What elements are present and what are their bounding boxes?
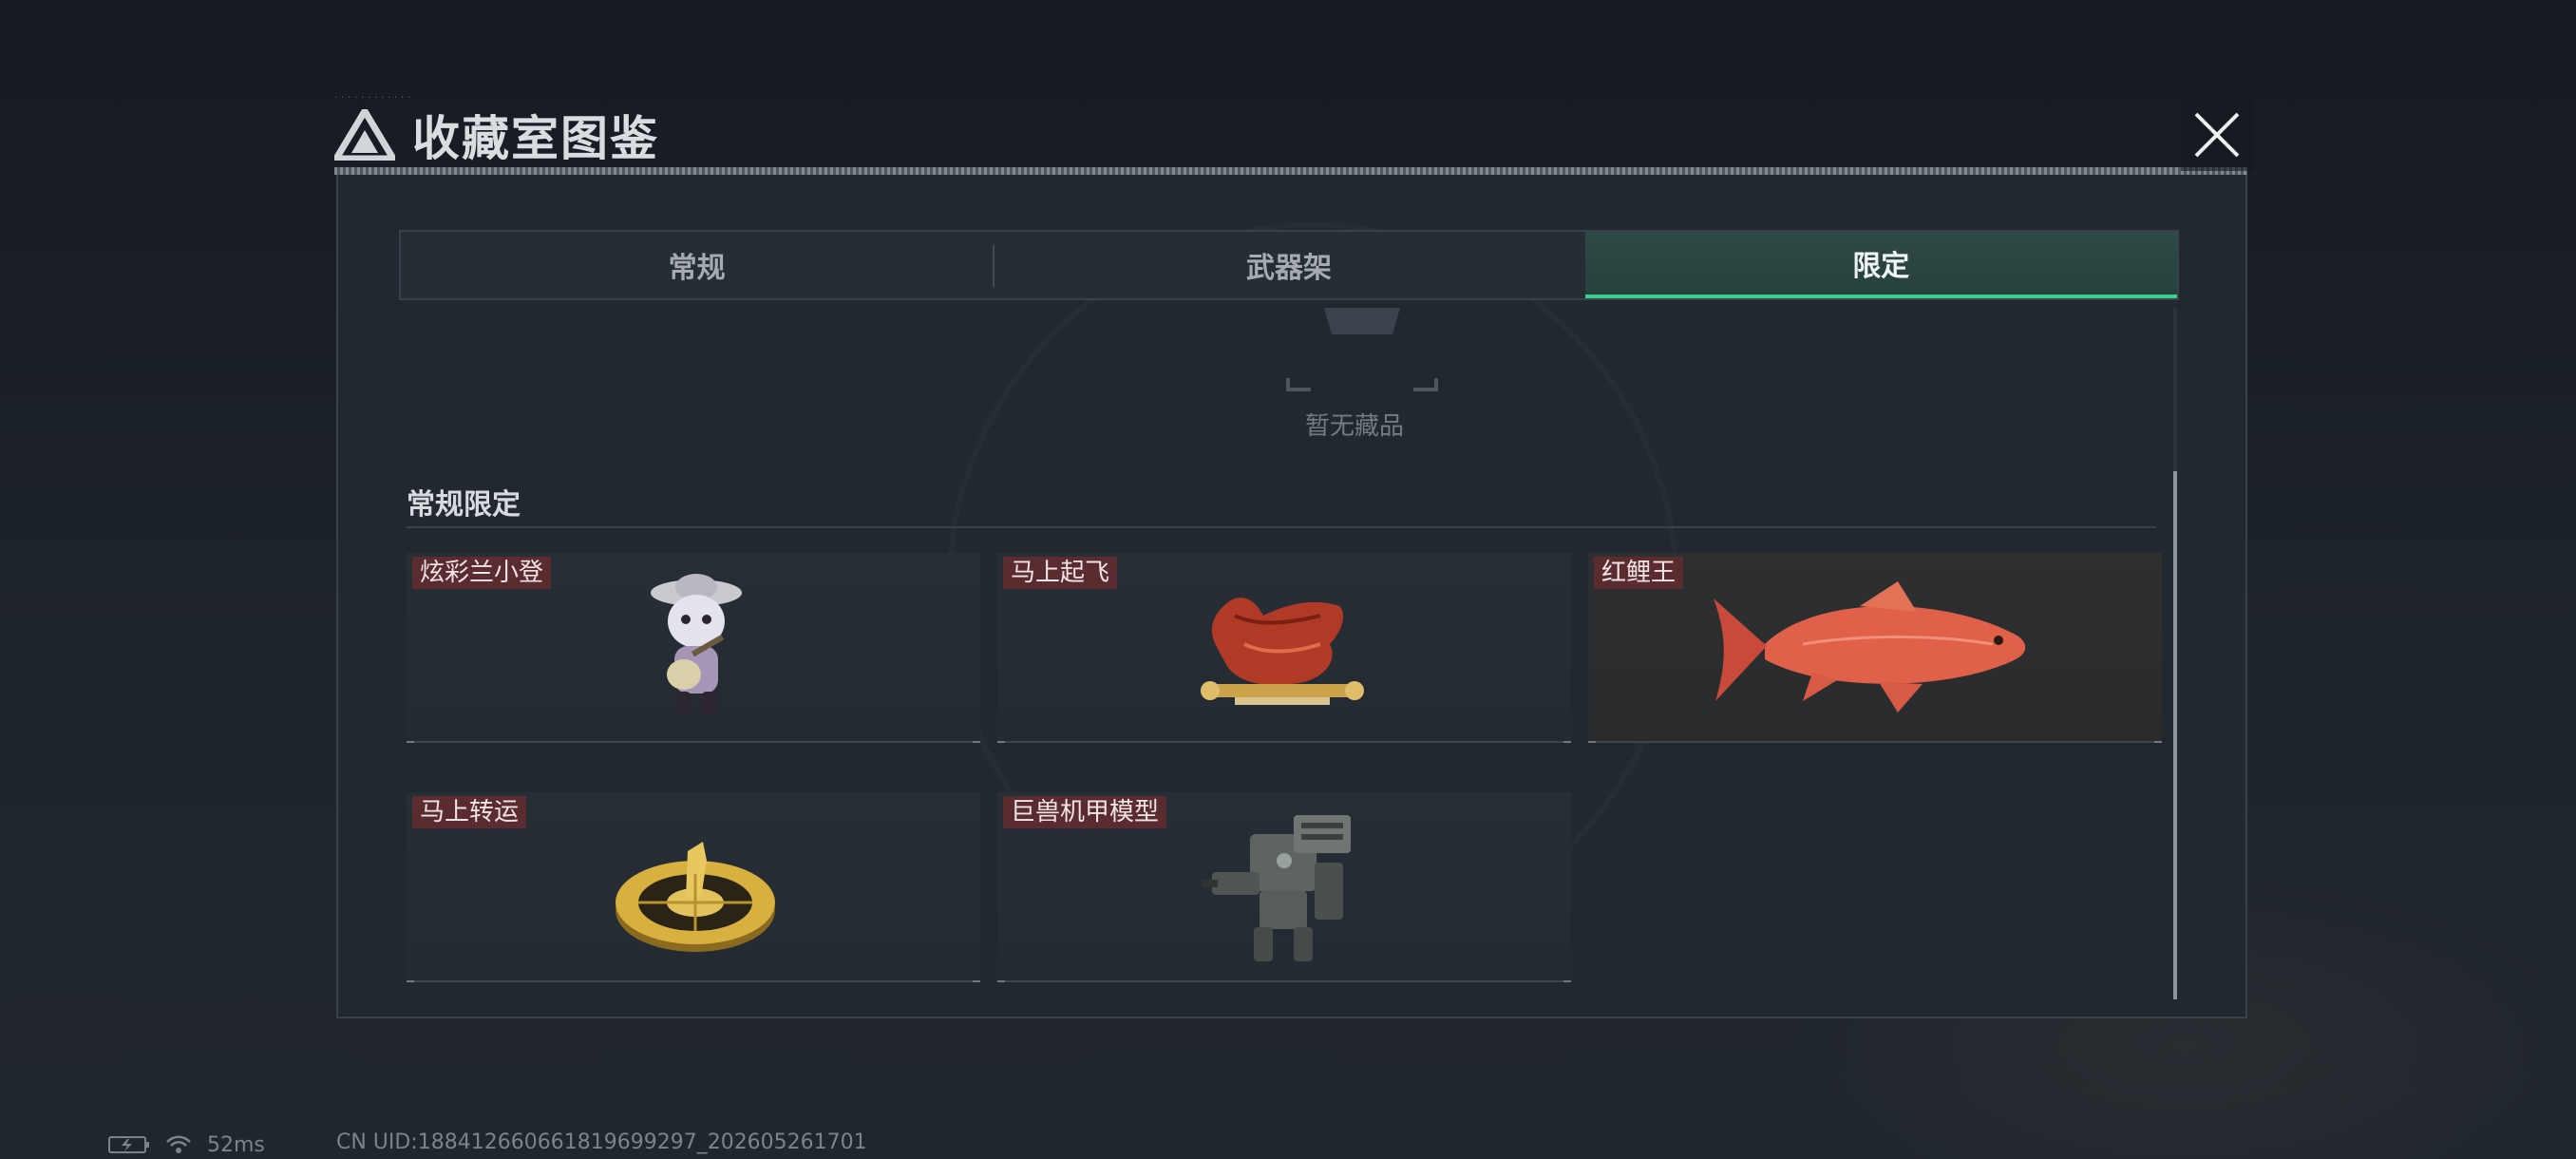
tab-weapon-rack[interactable]: 武器架	[993, 232, 1584, 298]
section-title: 常规限定	[407, 488, 521, 522]
figurine-with-guitar-icon	[651, 574, 742, 714]
ping-text: 52ms	[207, 1132, 265, 1157]
red-carp-fish-icon	[1714, 581, 2026, 712]
close-icon	[2194, 112, 2240, 158]
status-bar: 52ms	[108, 1130, 265, 1159]
item-label: 红鲤王	[1594, 557, 1684, 589]
wifi-icon	[166, 1135, 191, 1153]
section-divider	[407, 526, 2156, 528]
item-label: 马上起飞	[1003, 557, 1118, 589]
collection-item-card[interactable]: 巨兽机甲模型	[997, 792, 1571, 982]
empty-state: 暂无藏品	[1165, 308, 1544, 450]
empty-collection-icon	[1286, 308, 1438, 391]
title-divider	[334, 167, 2247, 175]
golden-horse-wheel-icon	[616, 842, 775, 952]
triangle-logo-icon	[334, 109, 395, 161]
empty-state-text: 暂无藏品	[1304, 412, 1404, 441]
dialog-title: 收藏室图鉴	[412, 111, 659, 166]
collection-panel: 常规 武器架 限定 暂无藏品 常规限定 炫彩兰小登 马上起飞 红鲤王 马上转运 …	[336, 175, 2247, 1018]
item-label: 炫彩兰小登	[412, 557, 552, 589]
scrollbar[interactable]	[2173, 308, 2177, 999]
scrollbar-thumb[interactable]	[2173, 471, 2177, 999]
close-button[interactable]	[2181, 99, 2253, 171]
battery-icon	[108, 1136, 149, 1153]
tab-bar: 常规 武器架 限定	[399, 230, 2179, 300]
collection-item-card[interactable]: 马上转运	[407, 792, 980, 982]
item-label: 巨兽机甲模型	[1003, 796, 1167, 828]
tab-regular[interactable]: 常规	[401, 232, 993, 298]
tab-limited[interactable]: 限定	[1584, 232, 2177, 298]
dialog-header: 收藏室图鉴	[334, 99, 659, 171]
item-label: 马上转运	[412, 796, 527, 828]
uid-text: CN UID:1884126606618196992​97_2026052617…	[336, 1130, 867, 1154]
mech-robot-model-icon	[1203, 815, 1351, 961]
collection-item-card[interactable]: 马上起飞	[997, 553, 1571, 743]
collection-item-card[interactable]: 炫彩兰小登	[407, 553, 980, 743]
collection-item-card[interactable]: 红鲤王	[1588, 553, 2162, 743]
red-horse-on-scroll-icon	[1201, 598, 1364, 705]
